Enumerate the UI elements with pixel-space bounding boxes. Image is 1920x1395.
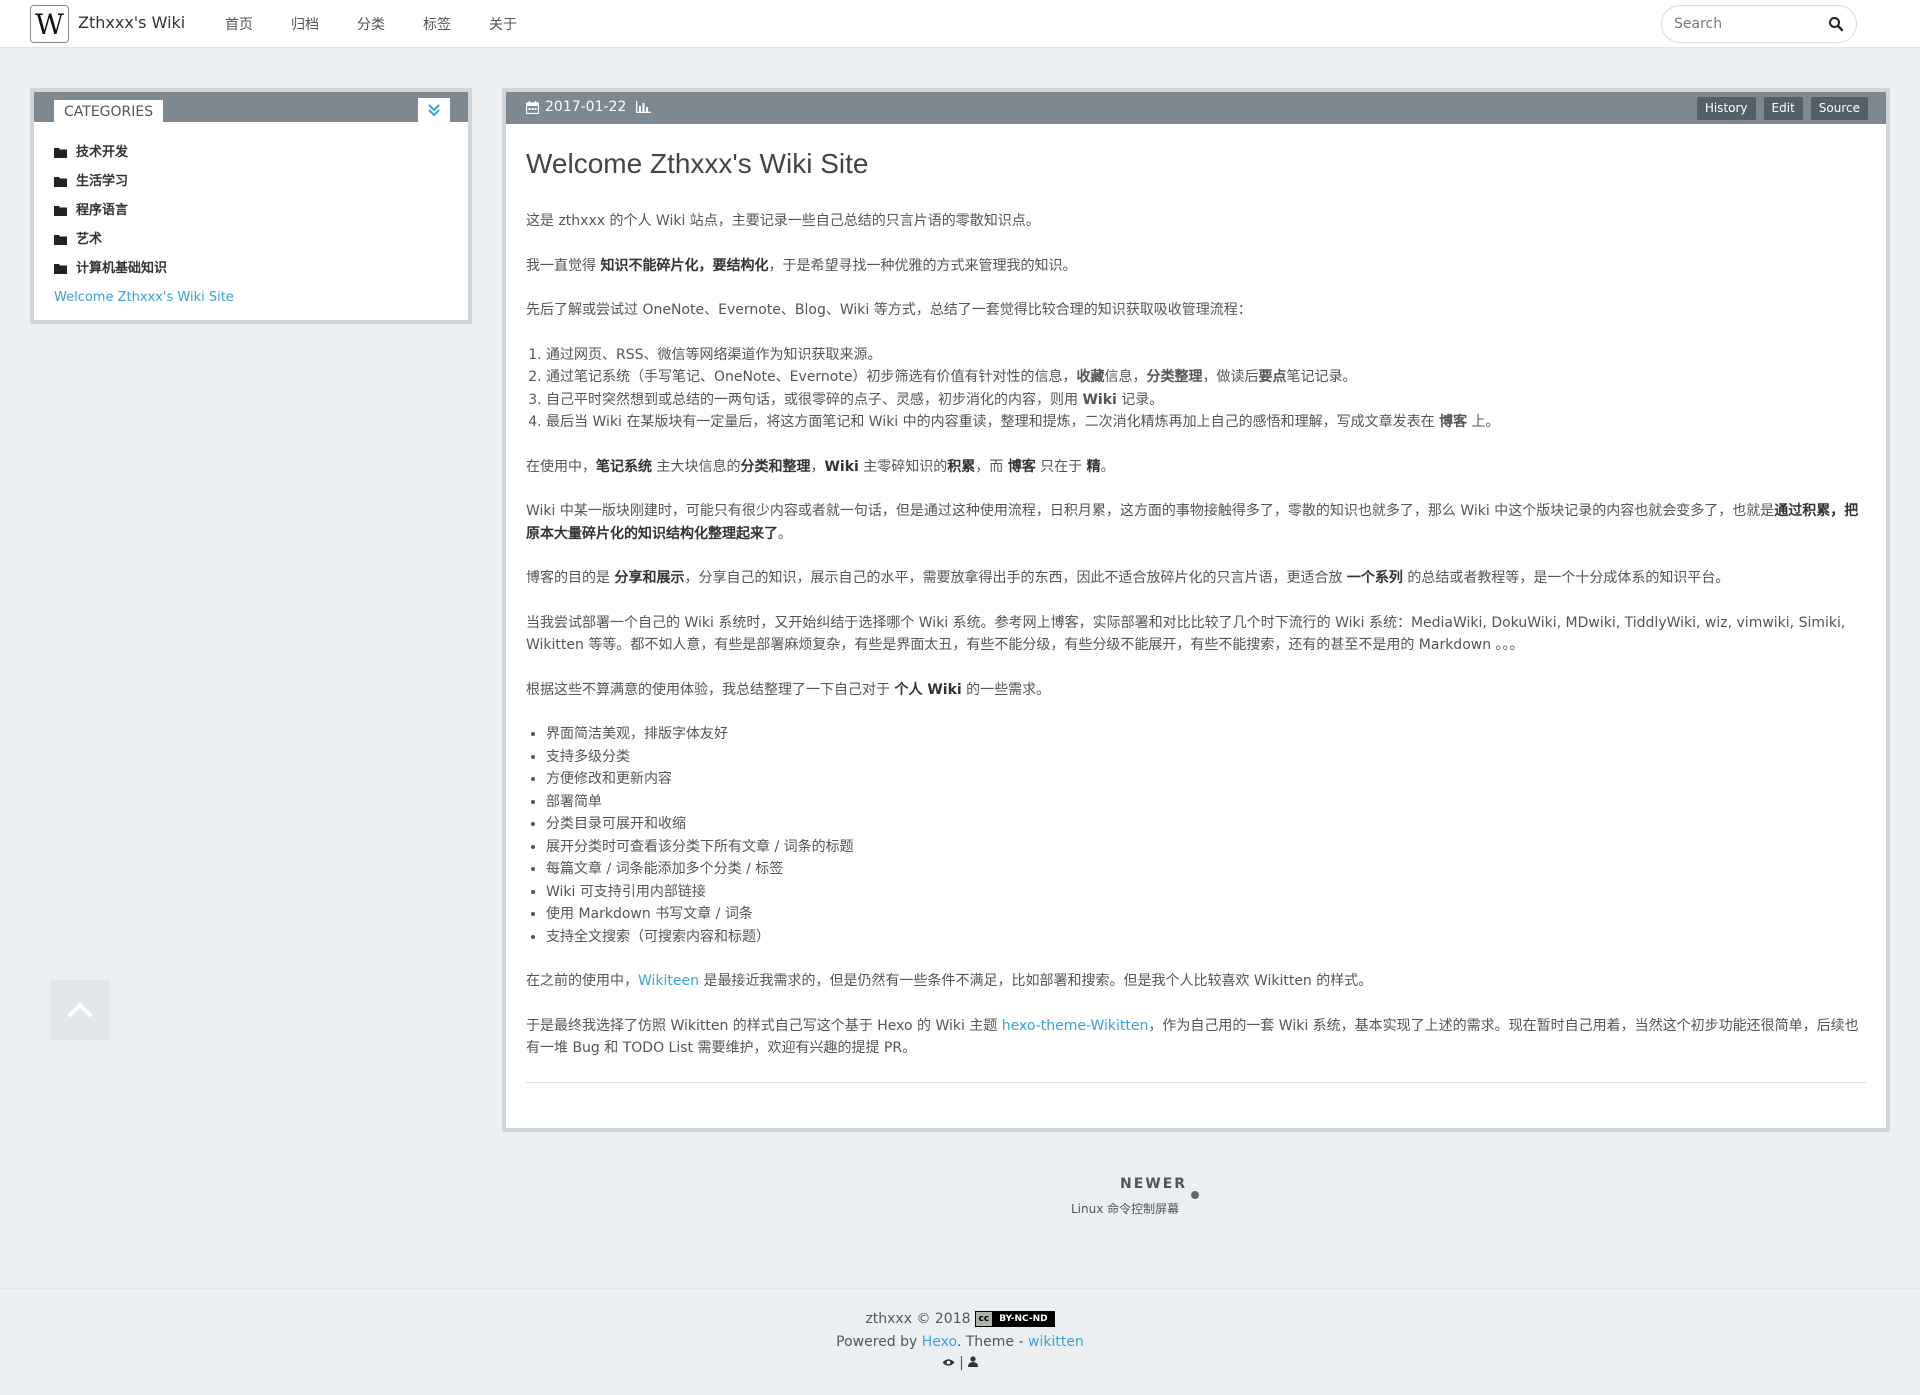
divider — [526, 1081, 1866, 1083]
list-item: 部署简单 — [546, 791, 1866, 814]
folder-icon — [54, 264, 67, 274]
paragraph: 先后了解或尝试过 OneNote、Evernote、Blog、Wiki 等方式，… — [526, 302, 1252, 318]
categories-panel: CATEGORIES 技术开发 生活学习 程序语言 艺术 计算机基础知识 Wel… — [30, 88, 472, 324]
category-label: 程序语言 — [76, 203, 129, 218]
list-item: 分类目录可展开和收缩 — [546, 813, 1866, 836]
article-title: Welcome Zthxxx's Wiki Site — [526, 148, 869, 179]
powered-by-line: Powered by Hexo. Theme - wikitten — [836, 1334, 1084, 1350]
article-header-bar: 2017-01-22 History Edit Source — [506, 92, 1886, 124]
footer: zthxxx © 2018 cc BY-NC-ND Powered by Hex… — [0, 1288, 1920, 1395]
hexo-link[interactable]: Hexo — [922, 1334, 957, 1350]
folder-icon — [54, 148, 67, 158]
double-chevron-down-icon — [428, 104, 440, 117]
pager-newer-label: NEWER — [1120, 1176, 1188, 1192]
article-actions: History Edit Source — [1689, 97, 1868, 120]
list-item: 最后当 Wiki 在某版块有一定量后，将这方面笔记和 Wiki 中的内容重读，整… — [546, 411, 1866, 434]
category-item[interactable]: 艺术 — [54, 225, 448, 254]
list-item: Wiki 可支持引用内部链接 — [546, 881, 1866, 904]
process-list: 通过网页、RSS、微信等网络渠道作为知识获取来源。 通过笔记系统（手写笔记、On… — [546, 344, 1866, 434]
wiki-logo[interactable]: W — [30, 5, 69, 43]
paragraph: 在之前的使用中，Wikiteen 是最接近我需求的，但是仍然有一些条件不满足，比… — [526, 973, 1373, 989]
list-item: 方便修改和更新内容 — [546, 768, 1866, 791]
hexo-theme-wikitten-link[interactable]: hexo-theme-Wikitten — [1002, 1018, 1149, 1034]
wikitten-link[interactable]: wikitten — [1028, 1334, 1084, 1350]
category-label: 技术开发 — [76, 145, 129, 160]
paragraph: 我一直觉得 知识不能碎片化，要结构化，于是希望寻找一种优雅的方式来管理我的知识。 — [526, 257, 1077, 274]
category-label: 计算机基础知识 — [76, 261, 168, 276]
category-list: 技术开发 生活学习 程序语言 艺术 计算机基础知识 Welcome Zthxxx… — [34, 122, 468, 312]
category-item[interactable]: 技术开发 — [54, 138, 448, 167]
list-item: 每篇文章 / 词条能添加多个分类 / 标签 — [546, 858, 1866, 881]
requirements-list: 界面简洁美观，排版字体友好 支持多级分类 方便修改和更新内容 部署简单 分类目录… — [546, 723, 1866, 948]
list-item: 通过网页、RSS、微信等网络渠道作为知识获取来源。 — [546, 344, 1866, 367]
paragraph: 博客的目的是 分享和展示，分享自己的知识，展示自己的水平，需要放拿得出手的东西，… — [526, 570, 1730, 586]
copyright-text: zthxxx © 2018 — [865, 1311, 971, 1327]
list-item: 通过笔记系统（手写笔记、OneNote、Evernote）初步筛选有价值有针对性… — [546, 366, 1866, 389]
nav-archive[interactable]: 归档 — [291, 14, 319, 34]
source-button[interactable]: Source — [1810, 97, 1868, 120]
nav-categories[interactable]: 分类 — [357, 14, 385, 34]
edit-button[interactable]: Edit — [1763, 97, 1803, 120]
nav-tags[interactable]: 标签 — [423, 14, 451, 34]
list-item: 支持多级分类 — [546, 746, 1866, 769]
categories-tab[interactable]: CATEGORIES — [54, 100, 164, 122]
category-item[interactable]: 程序语言 — [54, 196, 448, 225]
user-icon — [967, 1355, 978, 1371]
category-item[interactable]: 计算机基础知识 — [54, 254, 448, 283]
post-link-welcome[interactable]: Welcome Zthxxx's Wiki Site — [54, 284, 234, 312]
list-item: 展开分类时可查看该分类下所有文章 / 词条的标题 — [546, 836, 1866, 859]
expand-toggle-button[interactable] — [418, 98, 450, 122]
wikiteen-link[interactable]: Wikiteen — [638, 973, 699, 989]
paragraph: 这是 zthxxx 的个人 Wiki 站点，主要记录一些自己总结的只言片语的零散… — [526, 213, 1040, 229]
article-date: 2017-01-22 — [545, 99, 627, 115]
history-button[interactable]: History — [1696, 97, 1756, 120]
nav-home[interactable]: 首页 — [225, 14, 253, 34]
article-card: 2017-01-22 History Edit Source Welcome Z… — [502, 88, 1890, 1132]
paragraph: 于是最终我选择了仿照 Wikitten 的样式自己写这个基于 Hexo 的 Wi… — [526, 1017, 1859, 1057]
paragraph: 在使用中，笔记系统 主大块信息的分类和整理，Wiki 主零碎知识的积累，而 博客… — [526, 458, 1115, 475]
back-to-top-button[interactable] — [50, 980, 110, 1040]
article-body: Welcome Zthxxx's Wiki Site 这是 zthxxx 的个人… — [506, 148, 1886, 1083]
paragraph: 当我尝试部署一个自己的 Wiki 系统时，又开始纠结于选择哪个 Wiki 系统。… — [526, 614, 1846, 654]
calendar-icon — [526, 100, 539, 114]
search-input[interactable] — [1674, 14, 1824, 34]
pager-dot — [1191, 1191, 1199, 1199]
category-label: 生活学习 — [76, 174, 129, 189]
eye-icon — [942, 1355, 955, 1371]
top-navbar: W Zthxxx's Wiki 首页 归档 分类 标签 关于 — [0, 0, 1920, 48]
search-icon[interactable] — [1828, 16, 1844, 32]
copyright-line: zthxxx © 2018 cc BY-NC-ND — [0, 1311, 1920, 1327]
list-item: 支持全文搜索（可搜索内容和标题） — [546, 926, 1866, 949]
separator: | — [959, 1355, 964, 1371]
paragraph: Wiki 中某一版块刚建时，可能只有很少内容或者就一句话，但是通过这种使用流程，… — [526, 503, 1859, 542]
category-label: 艺术 — [76, 232, 103, 247]
folder-icon — [54, 235, 67, 245]
main-nav: 首页 归档 分类 标签 关于 — [225, 14, 555, 34]
list-item: 使用 Markdown 书写文章 / 词条 — [546, 903, 1866, 926]
cc-license-badge[interactable]: cc BY-NC-ND — [974, 1311, 1055, 1327]
list-item: 自己平时突然想到或总结的一两句话，或很零碎的点子、灵感，初步消化的内容，则用 W… — [546, 389, 1866, 412]
folder-icon — [54, 206, 67, 216]
chevron-up-icon — [67, 1002, 93, 1018]
list-item: 界面简洁美观，排版字体友好 — [546, 723, 1866, 746]
bar-chart-icon[interactable] — [636, 101, 652, 113]
search-box — [1661, 5, 1857, 43]
stats-line: | — [0, 1355, 1920, 1371]
newer-post-link[interactable]: Linux 命令控制屏幕 — [1071, 1200, 1179, 1217]
nav-about[interactable]: 关于 — [489, 14, 517, 34]
article-meta: 2017-01-22 — [526, 99, 657, 115]
site-brand[interactable]: Zthxxx's Wiki — [78, 13, 185, 32]
folder-icon — [54, 177, 67, 187]
category-item[interactable]: 生活学习 — [54, 167, 448, 196]
categories-panel-header: CATEGORIES — [34, 92, 468, 122]
paragraph: 根据这些不算满意的使用体验，我总结整理了一下自己对于 个人 Wiki 的一些需求… — [526, 681, 1051, 698]
